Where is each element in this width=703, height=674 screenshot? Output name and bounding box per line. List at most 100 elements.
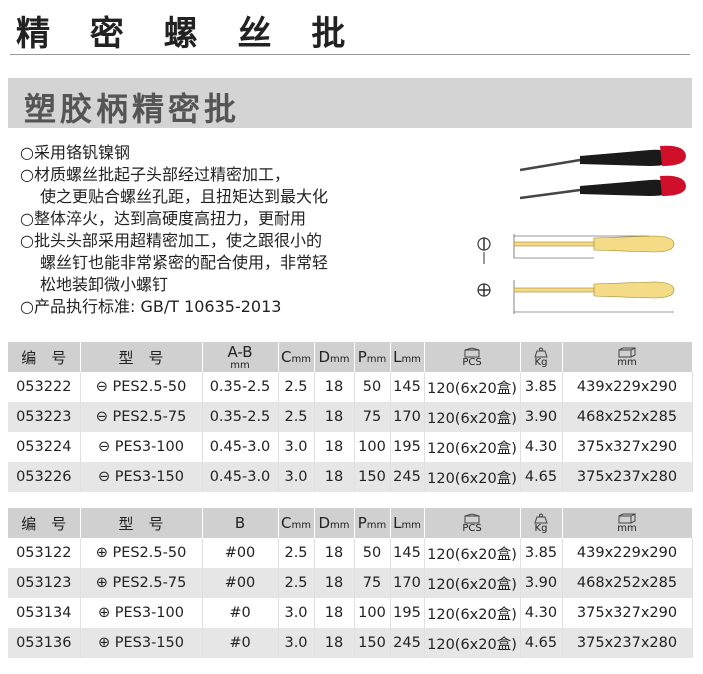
slotted-spec-table: 编 号 型 号 A-B mm Cmm Dmm Pmm Lmm PCS Kg mm …: [8, 342, 693, 492]
table-cell: ⊖ PES2.5-75: [80, 402, 203, 432]
weight-icon: [534, 513, 548, 523]
table-cell: 0.35-2.5: [202, 402, 279, 432]
table-cell: 0.35-2.5: [202, 372, 279, 402]
table-cell: 100: [354, 432, 391, 462]
col-code: 编 号: [8, 508, 81, 538]
table-cell: 18: [314, 462, 355, 492]
col-model: 型 号: [80, 342, 203, 372]
table-row: 053122 ⊕ PES2.5-50 #00 2.5 18 50 145 120(6x20盒)…: [8, 538, 693, 568]
feature-item: ○产品执行标准: GB/T 10635-2013: [20, 297, 282, 316]
table-cell: 150: [354, 628, 391, 658]
table-cell: 4.30: [520, 432, 563, 462]
table-cell: ⊕ PES3-100: [80, 598, 203, 628]
table-cell: 053223: [8, 402, 81, 432]
table-cell: 75: [354, 568, 391, 598]
table-cell: 0.45-3.0: [202, 462, 279, 492]
table-cell: 3.85: [520, 538, 563, 568]
table-row: 053134 ⊕ PES3-100 #0 3.0 18 100 195 120(6x20盒) 4…: [8, 598, 693, 628]
table-cell: 468x252x285: [562, 402, 693, 432]
table-cell: 145: [390, 538, 425, 568]
title-divider: [10, 54, 690, 55]
screwdriver-product-image: [520, 145, 686, 200]
table-cell: 100: [354, 598, 391, 628]
table-cell: 18: [314, 432, 355, 462]
table-cell: 4.65: [520, 628, 563, 658]
col-d: Dmm: [314, 342, 355, 372]
col-kg: Kg: [520, 508, 563, 538]
table-cell: 2.5: [278, 538, 315, 568]
table-cell: 053226: [8, 462, 81, 492]
feature-item: ○采用铬钒镍钢: [20, 143, 130, 162]
table-cell: 150: [354, 462, 391, 492]
table-cell: 170: [390, 568, 425, 598]
table-cell: 375x327x290: [562, 432, 693, 462]
table-row: 053136 ⊕ PES3-150 #0 3.0 18 150 245 120(6x20盒) 4…: [8, 628, 693, 658]
table-cell: 053224: [8, 432, 81, 462]
table-cell: 4.30: [520, 598, 563, 628]
table-cell: 439x229x290: [562, 372, 693, 402]
carton-icon: [618, 346, 636, 357]
table-cell: 195: [390, 432, 425, 462]
col-c: Cmm: [278, 508, 315, 538]
table-cell: 375x327x290: [562, 598, 693, 628]
table-cell: 120(6x20盒): [424, 568, 521, 598]
table-cell: 3.0: [278, 432, 315, 462]
col-code: 编 号: [8, 342, 81, 372]
table-cell: 3.0: [278, 462, 315, 492]
table-cell: 3.0: [278, 598, 315, 628]
table-cell: 245: [390, 462, 425, 492]
table-cell: 170: [390, 402, 425, 432]
col-kg: Kg: [520, 342, 563, 372]
table-cell: 053136: [8, 628, 81, 658]
screwdriver-phillips: [520, 175, 686, 200]
table-cell: 18: [314, 598, 355, 628]
table-row: 053123 ⊕ PES2.5-75 #00 2.5 18 75 170 120(6x20盒)…: [8, 568, 693, 598]
table-cell: ⊖ PES3-100: [80, 432, 203, 462]
slotted-icon: [477, 237, 491, 264]
phillips-spec-table: 编 号 型 号 B Cmm Dmm Pmm Lmm PCS Kg mm 0531…: [8, 508, 693, 658]
table-cell: ⊕ PES2.5-75: [80, 568, 203, 598]
table-cell: ⊖ PES2.5-50: [80, 372, 203, 402]
table-cell: 3.90: [520, 568, 563, 598]
product-banner: 塑胶柄精密批: [8, 78, 692, 128]
table-cell: 2.5: [278, 568, 315, 598]
table-cell: 18: [314, 402, 355, 432]
table-cell: #0: [202, 628, 279, 658]
table-cell: 120(6x20盒): [424, 462, 521, 492]
col-b: B: [202, 508, 279, 538]
table-cell: 0.45-3.0: [202, 432, 279, 462]
table-cell: #00: [202, 568, 279, 598]
col-p: Pmm: [354, 342, 391, 372]
dimension-diagram: [477, 234, 675, 314]
table-cell: 145: [390, 372, 425, 402]
col-l: Lmm: [390, 342, 425, 372]
table-cell: 120(6x20盒): [424, 432, 521, 462]
table-cell: 4.65: [520, 462, 563, 492]
table-header-row: 编 号 型 号 B Cmm Dmm Pmm Lmm PCS Kg mm: [8, 508, 693, 538]
table-cell: 120(6x20盒): [424, 372, 521, 402]
table-cell: 053123: [8, 568, 81, 598]
table-cell: #00: [202, 538, 279, 568]
box-icon: [464, 512, 480, 523]
table-cell: ⊕ PES3-150: [80, 628, 203, 658]
col-d: Dmm: [314, 508, 355, 538]
table-cell: 2.5: [278, 402, 315, 432]
table-cell: 2.5: [278, 372, 315, 402]
feature-item: ○整体淬火，达到高硬度高扭力，更耐用: [20, 209, 306, 228]
table-cell: 3.0: [278, 628, 315, 658]
table-cell: 18: [314, 628, 355, 658]
table-cell: 468x252x285: [562, 568, 693, 598]
table-cell: 375x237x280: [562, 628, 693, 658]
table-cell: 439x229x290: [562, 538, 693, 568]
table-cell: 053122: [8, 538, 81, 568]
table-cell: 50: [354, 538, 391, 568]
banner-title: 塑胶柄精密批: [24, 90, 241, 128]
table-row: 053222 ⊖ PES2.5-50 0.35-2.5 2.5 18 50 145 120(6…: [8, 372, 693, 402]
table-cell: 3.85: [520, 372, 563, 402]
table-cell: 3.90: [520, 402, 563, 432]
col-carton: mm: [562, 508, 693, 538]
table-cell: 120(6x20盒): [424, 538, 521, 568]
table-cell: 120(6x20盒): [424, 402, 521, 432]
table-cell: 195: [390, 598, 425, 628]
table-cell: 375x237x280: [562, 462, 693, 492]
